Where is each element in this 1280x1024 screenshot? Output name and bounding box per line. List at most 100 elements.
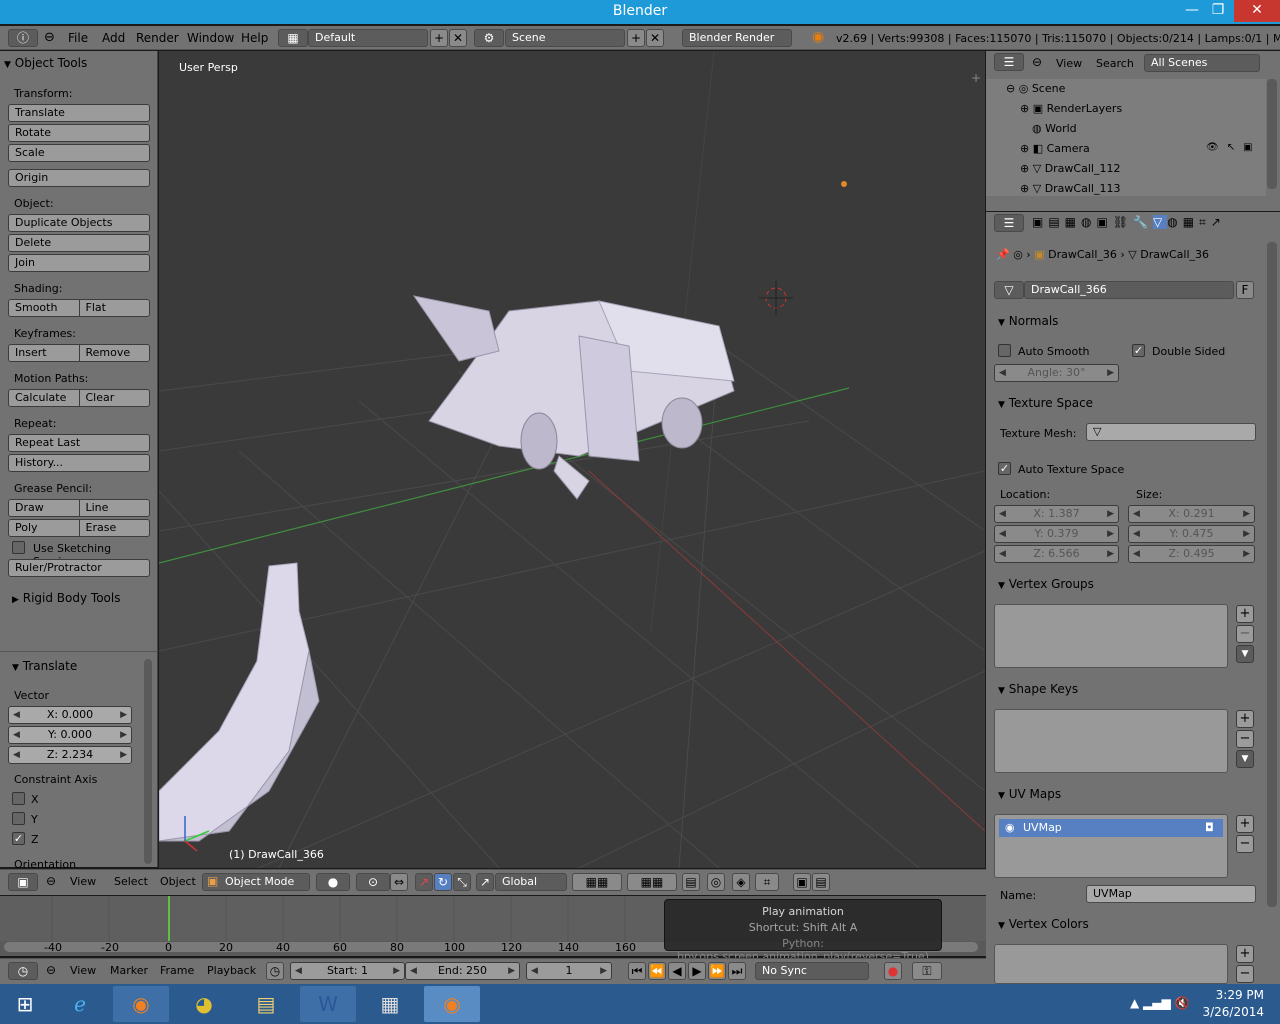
vertex-colors-list[interactable] xyxy=(994,944,1228,984)
shape-key-menu-button[interactable]: ▼ xyxy=(1236,750,1254,768)
jump-end-icon[interactable]: ⏭ xyxy=(728,962,746,980)
shape-key-add-button[interactable]: + xyxy=(1236,710,1254,728)
auto-keyframe-record-icon[interactable]: ● xyxy=(884,962,902,980)
end-frame-field[interactable]: ◀ End: 250 ▶ xyxy=(405,962,520,980)
outliner-item-world[interactable]: ◍ World xyxy=(1032,122,1077,135)
location-x-field[interactable]: ◀ X: 1.387 ▶ xyxy=(994,505,1119,523)
preview-range-icon[interactable]: ◷ xyxy=(266,962,284,980)
uv-name-field[interactable]: UVMap xyxy=(1086,885,1256,903)
collapse-menu-icon[interactable]: ⊖ xyxy=(46,874,56,888)
outliner-filter-dropdown[interactable]: All Scenes xyxy=(1144,54,1260,72)
texture-mesh-field[interactable]: ▽ xyxy=(1086,423,1256,441)
rotate-button[interactable]: Rotate xyxy=(8,124,150,142)
outliner-editor-type-icon[interactable]: ☰ xyxy=(994,53,1024,71)
tray-icons[interactable]: ▲ ▂▄▆ 🔇 xyxy=(1130,996,1189,1010)
properties-scrollbar[interactable] xyxy=(1267,242,1277,907)
insert-keyframe-button[interactable]: Insert xyxy=(9,345,80,361)
angle-field[interactable]: ◀ Angle: 30° ▶ xyxy=(994,364,1119,382)
outliner-item-renderlayers[interactable]: ⊕ ▣ RenderLayers xyxy=(1020,102,1122,115)
smooth-button[interactable]: Smooth xyxy=(9,300,80,316)
blender-taskbar-icon[interactable]: ◉ xyxy=(424,986,480,1022)
orientation-dropdown[interactable]: Global xyxy=(495,873,567,891)
snap-toggle-icon[interactable]: ◈ xyxy=(732,873,750,891)
word-icon[interactable]: W xyxy=(300,986,356,1022)
scale-manipulator-icon[interactable]: ⤡ xyxy=(453,873,471,891)
jump-keyframe-forward-icon[interactable]: ⏩ xyxy=(708,962,726,980)
timeline-menu-view[interactable]: View xyxy=(70,964,96,977)
timeline-menu-playback[interactable]: Playback xyxy=(207,964,256,977)
constraint-z-checkbox[interactable]: ✓ xyxy=(12,832,25,845)
play-icon[interactable]: ▶ xyxy=(688,962,706,980)
translate-manipulator-icon[interactable]: ↗ xyxy=(415,873,433,891)
layout-add-icon[interactable]: + xyxy=(430,29,448,47)
texture-space-header[interactable]: ▼ Texture Space xyxy=(998,396,1093,410)
menu-help[interactable]: Help xyxy=(241,31,268,45)
current-frame-field[interactable]: ◀ 1 ▶ xyxy=(526,962,612,980)
file-explorer-icon[interactable]: ▤ xyxy=(238,986,294,1022)
draw-button[interactable]: Draw xyxy=(9,500,80,516)
3d-viewport[interactable]: User Persp (1) DrawCall_366 + xyxy=(159,51,985,868)
truck-mesh[interactable] xyxy=(412,295,735,500)
vertex-group-remove-button[interactable]: − xyxy=(1236,625,1254,643)
origin-button[interactable]: Origin xyxy=(8,169,150,187)
vertex-color-remove-button[interactable]: − xyxy=(1236,965,1254,983)
delete-button[interactable]: Delete xyxy=(8,234,150,252)
ruler-protractor-button[interactable]: Ruler/Protractor xyxy=(8,559,150,577)
start-button-icon[interactable]: ⊞ xyxy=(0,986,50,1022)
vector-x-field[interactable]: ◀ X: 0.000 ▶ xyxy=(8,706,132,724)
render-animation-icon[interactable]: ▤ xyxy=(812,873,830,891)
snap-element-icon[interactable]: ⌗ xyxy=(755,873,779,891)
constraint-x-checkbox[interactable] xyxy=(12,792,25,805)
maximize-button[interactable]: ❐ xyxy=(1202,0,1234,22)
properties-editor-type-icon[interactable]: ☰ xyxy=(994,214,1024,232)
shape-keys-list[interactable] xyxy=(994,709,1228,773)
timeline-editor-type-icon[interactable]: ◷ xyxy=(8,962,38,980)
erase-button[interactable]: Erase xyxy=(79,520,149,536)
object-tools-header[interactable]: ▼ Object Tools xyxy=(4,56,87,70)
translate-operator-header[interactable]: ▼ Translate xyxy=(12,659,77,673)
duplicate-objects-button[interactable]: Duplicate Objects xyxy=(8,214,150,232)
menu-object[interactable]: Object xyxy=(160,875,196,888)
scene-name-field[interactable]: Scene xyxy=(505,29,625,47)
outliner-menu-view[interactable]: View xyxy=(1056,57,1082,70)
play-reverse-icon[interactable]: ◀ xyxy=(668,962,686,980)
vertex-color-add-button[interactable]: + xyxy=(1236,945,1254,963)
sync-mode-dropdown[interactable]: No Sync xyxy=(755,962,869,980)
collapse-menu-icon[interactable]: ⊖ xyxy=(1032,55,1042,69)
orientation-icon[interactable]: ↗ xyxy=(476,873,494,891)
scale-button[interactable]: Scale xyxy=(8,144,150,162)
firefox-icon[interactable]: ◉ xyxy=(113,986,169,1022)
lamp-dot[interactable] xyxy=(841,181,847,187)
jump-keyframe-back-icon[interactable]: ⏪ xyxy=(648,962,666,980)
outliner-item-drawcall-112[interactable]: ⊕ ▽ DrawCall_112 xyxy=(1020,162,1120,175)
layers-group-1[interactable]: ▦▦ xyxy=(572,873,622,891)
scene-add-icon[interactable]: + xyxy=(627,29,645,47)
layout-remove-icon[interactable]: ✕ xyxy=(449,29,467,47)
calculate-button[interactable]: Calculate xyxy=(9,390,80,406)
internet-explorer-icon[interactable]: ℯ xyxy=(52,986,108,1022)
vector-y-field[interactable]: ◀ Y: 0.000 ▶ xyxy=(8,726,132,744)
menu-view[interactable]: View xyxy=(70,875,96,888)
pin-icon[interactable]: 📌 xyxy=(996,248,1010,261)
size-y-field[interactable]: ◀ Y: 0.475 ▶ xyxy=(1128,525,1255,543)
shape-key-remove-button[interactable]: − xyxy=(1236,730,1254,748)
auto-smooth-checkbox[interactable] xyxy=(998,344,1011,357)
clear-button[interactable]: Clear xyxy=(79,390,149,406)
timeline-menu-marker[interactable]: Marker xyxy=(110,964,148,977)
editor-type-icon[interactable]: ▣ xyxy=(8,873,38,891)
menu-select[interactable]: Select xyxy=(114,875,148,888)
menu-render[interactable]: Render xyxy=(136,31,179,45)
layout-name-field[interactable]: Default xyxy=(308,29,428,47)
keying-set-icon[interactable]: ⚿ xyxy=(912,962,942,980)
calculator-icon[interactable]: ▦ xyxy=(362,986,418,1022)
region-toggle-icon[interactable]: + xyxy=(971,71,981,85)
poly-button[interactable]: Poly xyxy=(9,520,80,536)
manipulator-toggle-icon[interactable]: ⇔ xyxy=(390,873,408,891)
fake-user-button[interactable]: F xyxy=(1236,281,1254,299)
remove-keyframe-button[interactable]: Remove xyxy=(79,345,149,361)
car-part-mesh[interactable] xyxy=(159,562,320,842)
properties-context-tabs[interactable]: ▣▤▦◍▣⛓🔧▽◍▦⌗↗ xyxy=(1032,215,1226,230)
vertex-groups-list[interactable] xyxy=(994,604,1228,668)
vertex-group-add-button[interactable]: + xyxy=(1236,605,1254,623)
visibility-toggles[interactable]: 👁↖▣ xyxy=(1206,142,1261,153)
